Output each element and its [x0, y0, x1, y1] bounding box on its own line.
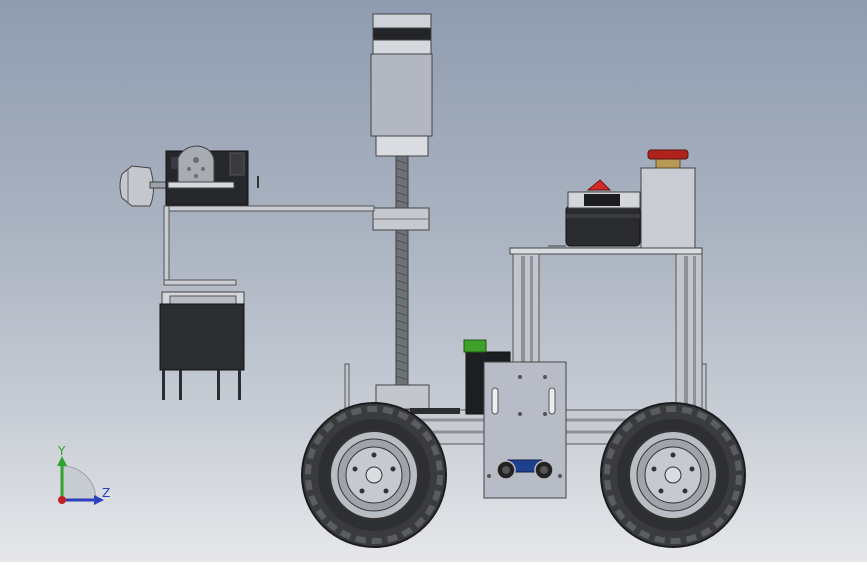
triad-z-label: Z — [102, 486, 110, 500]
frame-upright-right — [675, 253, 703, 413]
triad-y-label: Y — [57, 444, 66, 458]
cad-viewport[interactable]: Y Z — [0, 0, 867, 562]
gripper-housing[interactable] — [159, 291, 245, 400]
view-triad[interactable]: Y Z — [57, 444, 110, 505]
lift-carriage[interactable] — [372, 207, 430, 231]
wheel-rear[interactable] — [600, 402, 746, 548]
lead-screw — [395, 155, 409, 389]
camera-lens — [119, 165, 167, 207]
frame-top-plate — [509, 247, 703, 255]
sensor-mount-plate[interactable] — [483, 361, 567, 499]
x-axis-dot — [58, 496, 66, 504]
battery-pack[interactable] — [548, 191, 641, 247]
power-switch[interactable] — [586, 179, 612, 191]
arm-bracket[interactable] — [163, 205, 375, 286]
emergency-stop-button[interactable] — [640, 149, 696, 249]
wheel-front[interactable] — [301, 402, 447, 548]
pan-tilt-servo[interactable] — [165, 145, 259, 206]
lift-stepper-motor[interactable] — [370, 13, 433, 157]
